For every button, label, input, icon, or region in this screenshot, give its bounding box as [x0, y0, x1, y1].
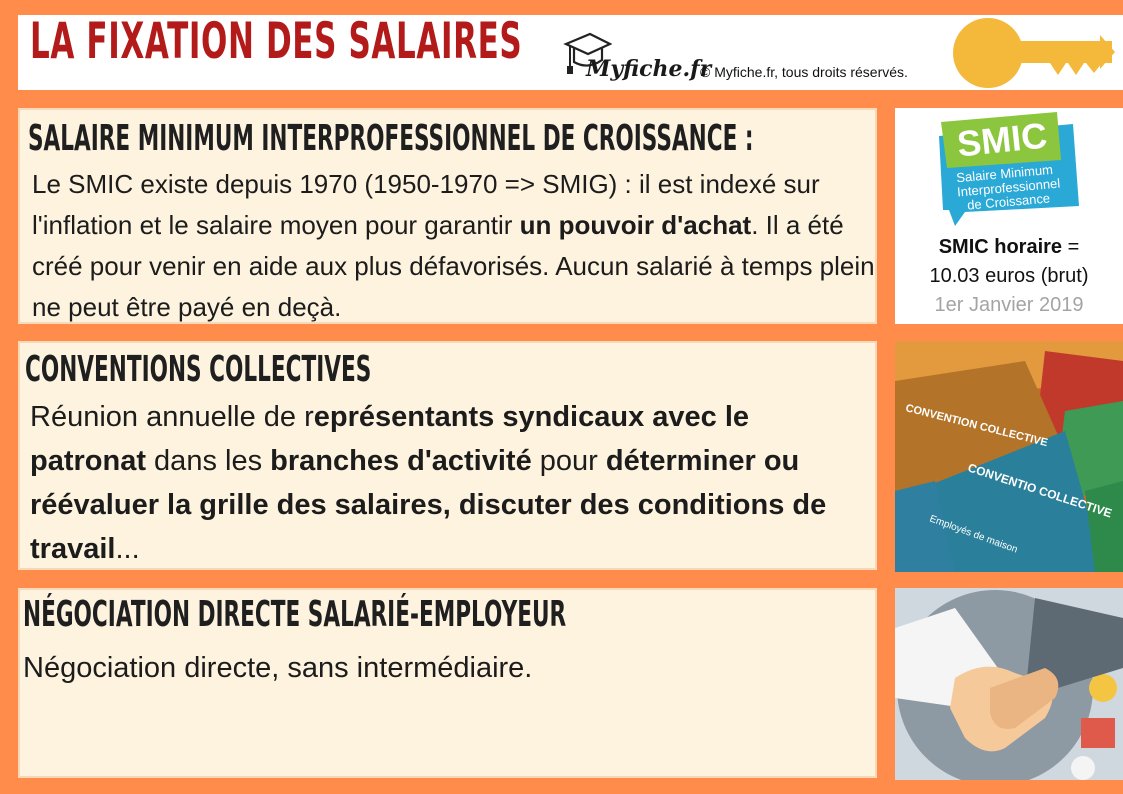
- conventions-description: Réunion annuelle de représentants syndic…: [30, 395, 865, 571]
- smic-badge: SMIC Salaire Minimum Interprofessionnel …: [939, 112, 1079, 226]
- smic-heading: SALAIRE MINIMUM INTERPROFESSIONNEL DE CR…: [28, 118, 754, 159]
- negociation-heading: NÉGOCIATION DIRECTE SALARIÉ-EMPLOYEUR: [23, 594, 567, 635]
- smic-rate-line: SMIC horaire =: [895, 236, 1123, 259]
- negociation-description: Négociation directe, sans intermédiaire.: [23, 652, 533, 684]
- smic-panel: SALAIRE MINIMUM INTERPROFESSIONNEL DE CR…: [18, 108, 877, 324]
- smic-date: 1er Janvier 2019: [934, 294, 1084, 316]
- copyright-text: © Myfiche.fr, tous droits réservés.: [700, 64, 908, 80]
- negociation-panel: NÉGOCIATION DIRECTE SALARIÉ-EMPLOYEUR Né…: [18, 588, 877, 778]
- conv-t4: ...: [115, 533, 140, 565]
- smic-rate-value: 10.03 euros (brut): [929, 265, 1089, 287]
- smic-card: SMIC Salaire Minimum Interprofessionnel …: [895, 108, 1123, 324]
- logo-text: Myfiche.fr: [586, 56, 712, 82]
- key-icon: [953, 18, 1115, 88]
- handshake-icon: [895, 588, 1123, 780]
- conv-b2: branches d'activité: [270, 445, 532, 477]
- conv-t2: dans les: [146, 445, 271, 477]
- conventions-panel: CONVENTIONS COLLECTIVES Réunion annuelle…: [18, 341, 877, 570]
- conventions-books-image: CONVENTION COLLECTIVE CONVENTIO COLLECTI…: [895, 341, 1123, 572]
- smic-description: Le SMIC existe depuis 1970 (1950-1970 =>…: [32, 164, 877, 328]
- myfiche-logo: Myfiche.fr: [562, 30, 711, 88]
- conv-t1: Réunion annuelle de r: [30, 401, 314, 433]
- conv-t3: pour: [531, 445, 606, 477]
- page-title: LA FIXATION DES SALAIRES: [30, 12, 523, 70]
- smic-rate-label: SMIC horaire: [938, 236, 1063, 258]
- conventions-heading: CONVENTIONS COLLECTIVES: [25, 349, 372, 390]
- handshake-image: [895, 588, 1123, 780]
- smic-text-bold: un pouvoir d'achat: [519, 210, 752, 240]
- smic-rate-eq: =: [1062, 236, 1080, 258]
